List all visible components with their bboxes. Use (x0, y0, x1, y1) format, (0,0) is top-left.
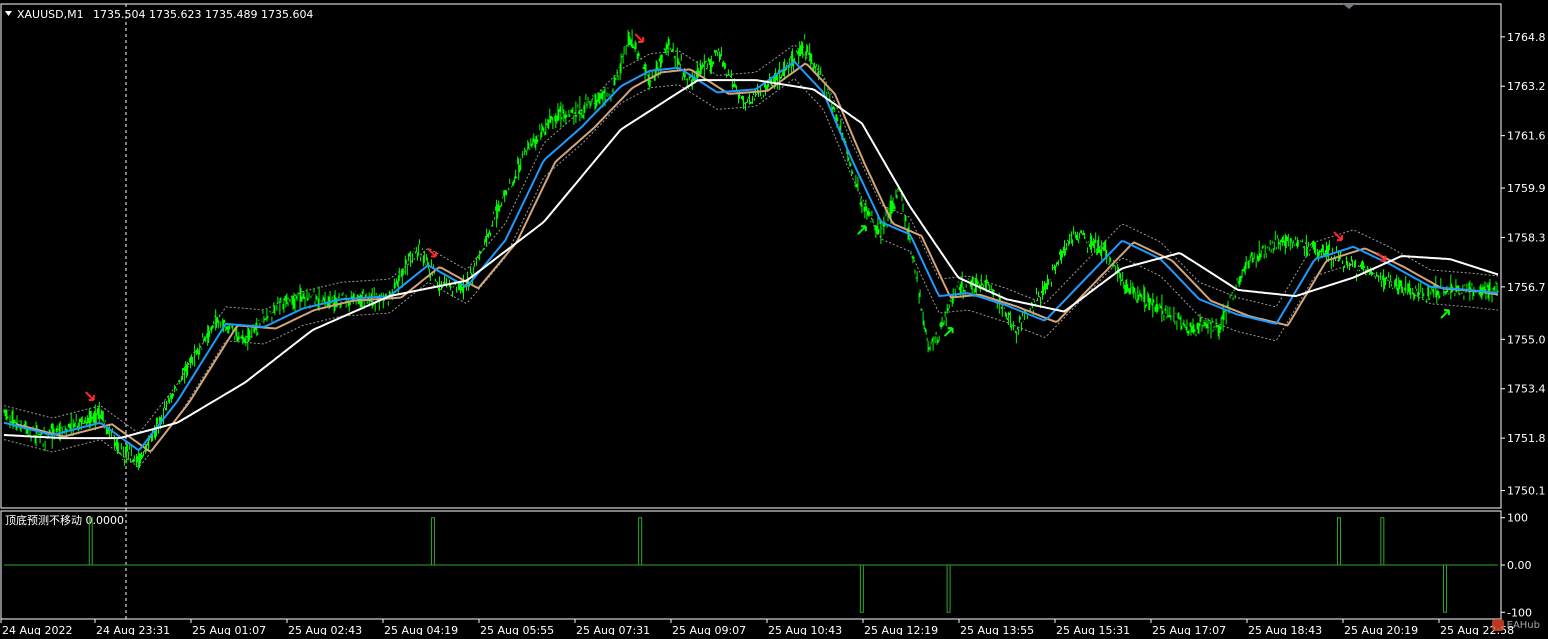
price-tick-label: 1764.8 (1507, 31, 1546, 44)
time-axis: 24 Aug 2022 24 Aug 23:31 25 Aug 01:07 25 Au… (0, 619, 1514, 637)
price-tick-label: 1759.9 (1507, 182, 1546, 195)
price-tick-label: 1758.3 (1507, 231, 1546, 244)
eahub-logo-icon (1491, 619, 1504, 631)
time-tick-label: 25 Aug 13:55 (960, 624, 1034, 635)
indicator-tick-label: 0.00 (1507, 559, 1532, 572)
time-tick-label: 25 Aug 15:31 (1056, 624, 1130, 635)
time-tick-label: 25 Aug 07:31 (576, 624, 650, 635)
time-tick-label: 25 Aug 12:19 (864, 624, 938, 635)
time-tick-label: 25 Aug 09:07 (672, 624, 746, 635)
time-tick-label: 24 Aug 23:31 (96, 624, 170, 635)
time-tick-label: 25 Aug 18:43 (1248, 624, 1322, 635)
time-tick-label: 25 Aug 01:07 (192, 624, 266, 635)
time-tick-label: 25 Aug 10:43 (768, 624, 842, 635)
trading-chart[interactable]: XAUUSD,M1 1735.504 1735.623 1735.489 173… (0, 0, 1548, 637)
price-tick-label: 1751.8 (1507, 432, 1546, 445)
price-tick-label: 1761.6 (1507, 130, 1546, 143)
watermark: EAHub (1491, 619, 1540, 631)
chart-svg[interactable]: XAUUSD,M1 1735.504 1735.623 1735.489 173… (0, 0, 1548, 637)
indicator-tick-label: -100 (1507, 606, 1532, 619)
indicator-title: 顶底预测不移动 0.0000 (5, 513, 124, 527)
chart-header: XAUUSD,M1 1735.504 1735.623 1735.489 173… (5, 8, 313, 21)
indicator-axis: 100 0.00 -100 (1501, 512, 1532, 619)
price-axis: 1764.8 1763.2 1761.6 1759.9 1758.3 1756.7 1755… (1501, 31, 1546, 498)
price-tick-label: 1753.4 (1507, 383, 1546, 396)
time-tick-label: 24 Aug 2022 (2, 624, 72, 635)
time-tick-label: 25 Aug 20:19 (1344, 624, 1418, 635)
ohlc-readout: 1735.504 1735.623 1735.489 1735.604 (93, 8, 313, 21)
watermark-text: EAHub (1506, 619, 1540, 631)
time-tick-label: 25 Aug 17:07 (1152, 624, 1226, 635)
price-tick-label: 1750.1 (1507, 485, 1546, 498)
time-tick-label: 25 Aug 02:43 (288, 624, 362, 635)
symbol-label: XAUUSD,M1 (17, 8, 84, 21)
price-tick-label: 1763.2 (1507, 80, 1546, 93)
time-tick-label: 25 Aug 05:55 (480, 624, 554, 635)
time-tick-label: 25 Aug 04:19 (384, 624, 458, 635)
indicator-tick-label: 100 (1507, 512, 1528, 525)
price-tick-label: 1756.7 (1507, 281, 1546, 294)
price-tick-label: 1755.0 (1507, 333, 1546, 346)
